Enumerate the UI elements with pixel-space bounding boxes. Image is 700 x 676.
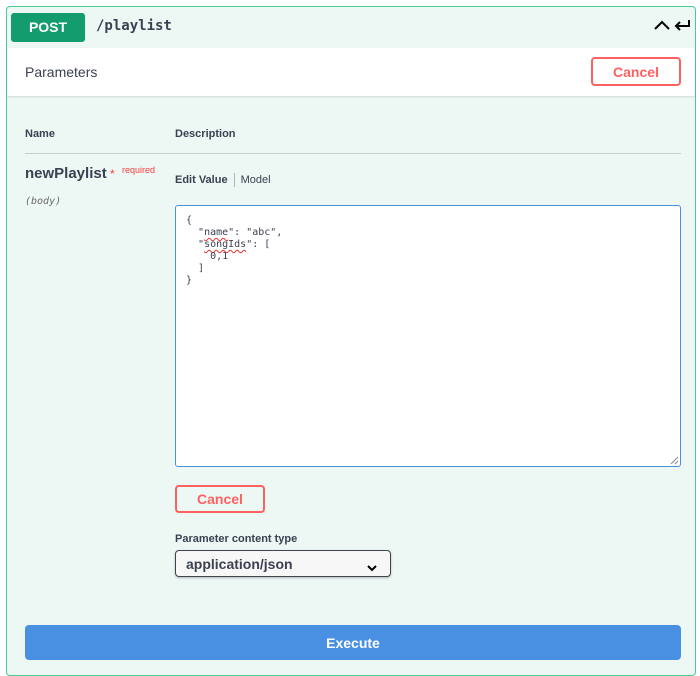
body-line: 0,1 — [186, 251, 229, 262]
header-divider — [25, 153, 681, 154]
cancel-try-out-button[interactable]: Cancel — [591, 57, 681, 86]
parameters-header: Parameters Cancel — [7, 48, 695, 96]
chevron-down-icon — [366, 559, 378, 577]
body-line: "name": "abc", — [186, 227, 283, 238]
operation-summary[interactable]: POST /playlist — [7, 7, 695, 47]
body-line: } — [186, 275, 193, 286]
parameters-title: Parameters — [25, 64, 98, 80]
chevron-up-icon[interactable] — [653, 18, 671, 36]
required-label: required — [122, 165, 156, 175]
body-tabs: Edit Value Model — [175, 173, 271, 187]
cancel-edit-button[interactable]: Cancel — [175, 485, 265, 513]
endpoint-path: /playlist — [96, 18, 172, 34]
body-line: "songIds": [ — [186, 239, 271, 250]
return-arrow-icon[interactable] — [673, 18, 691, 37]
method-badge: POST — [11, 13, 85, 42]
column-header-name: Name — [25, 128, 55, 140]
execute-button[interactable]: Execute — [25, 625, 681, 660]
content-type-select[interactable]: application/json — [175, 550, 391, 577]
request-body-textarea[interactable]: { "name": "abc", "songIds": [ 0,1 ] } — [175, 205, 681, 467]
tab-divider — [233, 173, 235, 187]
parameter-location: (body) — [25, 196, 62, 207]
tab-edit-value[interactable]: Edit Value — [175, 174, 228, 186]
content-type-value: application/json — [186, 556, 293, 572]
spellcheck-word: songIds — [204, 239, 247, 250]
body-line: ] — [186, 263, 205, 274]
parameter-name: newPlaylist — [25, 165, 107, 182]
required-star: * — [110, 167, 115, 181]
tab-model[interactable]: Model — [241, 174, 271, 186]
operation-block-post-playlist: POST /playlist Parameters Cancel Name De… — [6, 6, 696, 676]
spellcheck-word: name — [204, 227, 229, 238]
column-header-description: Description — [175, 128, 236, 140]
resize-grip-icon[interactable] — [669, 455, 679, 465]
content-type-label: Parameter content type — [175, 533, 298, 545]
summary-controls — [653, 15, 691, 39]
body-line: { — [186, 215, 193, 226]
